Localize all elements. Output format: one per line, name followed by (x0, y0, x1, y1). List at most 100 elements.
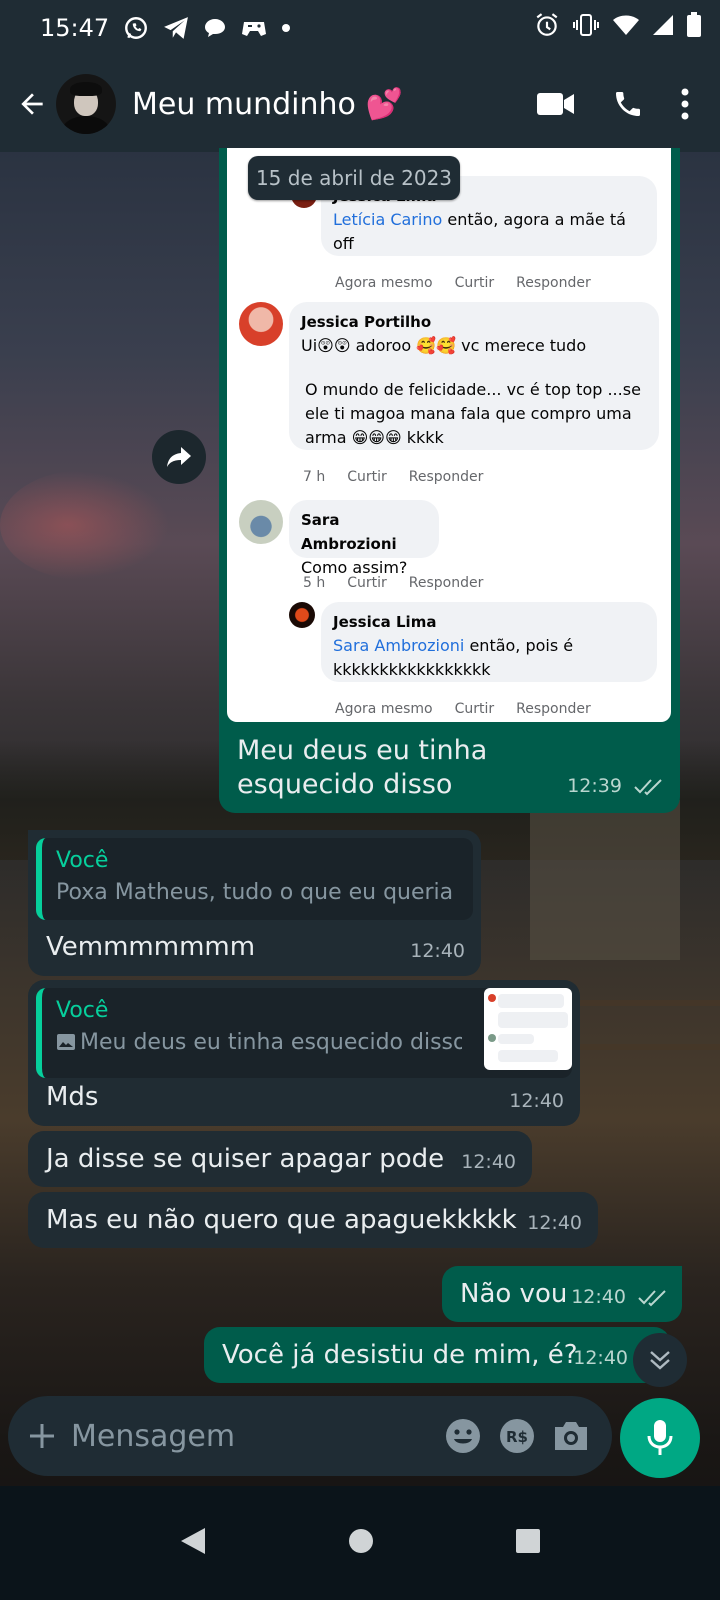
double-chevron-down-icon (650, 1351, 670, 1370)
svg-text:R$: R$ (506, 1428, 528, 1446)
status-bar: 15:47 (0, 0, 720, 56)
battery-icon (686, 12, 702, 44)
forward-button[interactable] (152, 430, 206, 484)
comment-like: Curtir (347, 575, 387, 591)
incoming-message[interactable]: Ja disse se quiser apagar pode 12:40 (28, 1131, 532, 1187)
quote-text-row: Meu deus eu tinha esquecido disso (56, 1026, 462, 1060)
status-time: 15:47 (40, 14, 110, 42)
message-time: 12:40 (571, 1286, 626, 1308)
message-text: Ja disse se quiser apagar pode (46, 1144, 445, 1174)
message-time: 12:40 (527, 1212, 582, 1234)
date-chip: 15 de abril de 2023 (248, 156, 460, 200)
comment-text: Ui😲😲 adoroo 🥰🥰 vc merece tudo (301, 336, 587, 355)
quote-image-thumbnail (484, 988, 572, 1070)
comment-avatar (239, 500, 283, 544)
comment-like: Curtir (347, 469, 387, 485)
wallpaper-sunset-glow (0, 470, 170, 580)
message-meta: 12:40 (571, 1280, 668, 1314)
message-text: Não vou (460, 1279, 568, 1309)
nav-back-button[interactable] (179, 1526, 207, 1560)
facebook-comments-screenshot[interactable]: Jessica Lima Letícia Carino então, agora… (227, 148, 671, 722)
cell-signal-icon (652, 13, 674, 43)
comment-like: Curtir (454, 275, 495, 291)
message-meta: 12:39 (567, 769, 664, 803)
attach-button[interactable] (20, 1406, 63, 1466)
comment-time: 7 h (303, 469, 326, 485)
message-text: Meu deus eu tinha esquecido disso (237, 735, 488, 800)
incoming-message[interactable]: Você Poxa Matheus, tudo o que eu queria … (28, 830, 481, 976)
camera-button[interactable] (552, 1411, 590, 1461)
incoming-message[interactable]: Mas eu não quero que apaguekkkkk 12:40 (28, 1192, 598, 1248)
square-recents-icon (516, 1529, 540, 1553)
comment-reply: Responder (408, 575, 484, 591)
double-check-icon (634, 778, 662, 795)
vibrate-icon (572, 13, 600, 43)
image-icon (57, 1034, 75, 1050)
comment-author: Sara Ambrozioni (301, 511, 397, 553)
scroll-to-bottom-button[interactable] (633, 1333, 687, 1387)
message-time: 12:40 (509, 1090, 564, 1112)
message-text: Mds (46, 1082, 99, 1112)
message-time: 12:40 (410, 940, 465, 962)
back-button[interactable] (4, 76, 60, 132)
chat-header: Meu mundinho 💕 (0, 56, 720, 152)
incoming-message[interactable]: Você Meu deus eu tinha esquecido disso M… (28, 980, 580, 1126)
comment-reply: Responder (516, 275, 591, 291)
quote-text: Meu deus eu tinha esquecido disso (80, 1030, 462, 1055)
comment-author: Jessica Portilho (301, 313, 432, 331)
voice-call-button[interactable] (598, 74, 658, 134)
image-message[interactable]: Jessica Lima Letícia Carino então, agora… (219, 148, 680, 813)
outgoing-message[interactable]: Você já desistiu de mim, é? 12:40 (204, 1327, 670, 1383)
comment-author: Jessica Lima (333, 613, 437, 631)
comment-reply: Responder (408, 469, 484, 485)
share-arrow-icon (167, 447, 191, 467)
wifi-icon (612, 13, 640, 43)
voice-record-button[interactable] (620, 1398, 700, 1478)
plus-icon (29, 1424, 54, 1448)
quoted-message[interactable]: Você Poxa Matheus, tudo o que eu queria (36, 838, 473, 920)
comment-actions: 5 h Curtir Responder (303, 566, 483, 600)
telegram-notification-icon (163, 16, 189, 40)
nav-recents-button[interactable] (515, 1528, 541, 1558)
video-call-button[interactable] (526, 74, 586, 134)
more-vertical-icon (681, 88, 689, 120)
more-options-button[interactable] (670, 74, 700, 134)
brazilian-real-icon: R$ (500, 1419, 534, 1453)
video-camera-icon (537, 93, 574, 115)
chat-notification-icon (203, 16, 227, 40)
comment-mention: Letícia Carino (333, 210, 443, 229)
comment-bubble: Sara Ambrozioni Como assim? (289, 500, 439, 577)
game-notification-icon (241, 17, 267, 39)
comment-time: Agora mesmo (335, 275, 433, 291)
message-input[interactable] (71, 1418, 444, 1454)
comment-bubble: Jessica Portilho Ui😲😲 adoroo 🥰🥰 vc merec… (289, 302, 659, 450)
whatsapp-notification-icon (123, 15, 149, 41)
chat-title[interactable]: Meu mundinho 💕 (132, 87, 526, 122)
more-notifications-dot-icon (281, 23, 291, 33)
payment-button[interactable]: R$ (498, 1411, 536, 1461)
comment-actions: Agora mesmo Curtir Responder (335, 692, 591, 722)
alarm-icon (534, 12, 560, 44)
system-navigation-bar (0, 1486, 720, 1600)
contact-avatar[interactable] (56, 74, 116, 134)
wallpaper-building (530, 800, 680, 960)
emoji-button[interactable] (444, 1411, 482, 1461)
comment-actions: Agora mesmo Curtir Responder (335, 266, 591, 300)
nav-home-button[interactable] (347, 1527, 375, 1559)
comment-reply: Responder (516, 701, 591, 717)
message-time: 12:40 (461, 1151, 516, 1173)
outgoing-message[interactable]: Não vou 12:40 (442, 1266, 682, 1322)
comment-avatar (289, 602, 315, 628)
comment-time: 5 h (303, 575, 326, 591)
comment-avatar (239, 302, 283, 346)
message-time: 12:40 (573, 1347, 628, 1369)
microphone-icon (647, 1420, 673, 1455)
message-time: 12:39 (567, 775, 622, 797)
comment-mention: Sara Ambrozioni (333, 636, 465, 655)
message-composer: R$ (8, 1396, 612, 1476)
comment-like: Curtir (454, 701, 495, 717)
quote-author: Você (56, 998, 109, 1023)
phone-icon (616, 92, 640, 116)
message-text: Mas eu não quero que apaguekkkkk (46, 1205, 517, 1235)
quote-text: Poxa Matheus, tudo o que eu queria (56, 880, 454, 905)
